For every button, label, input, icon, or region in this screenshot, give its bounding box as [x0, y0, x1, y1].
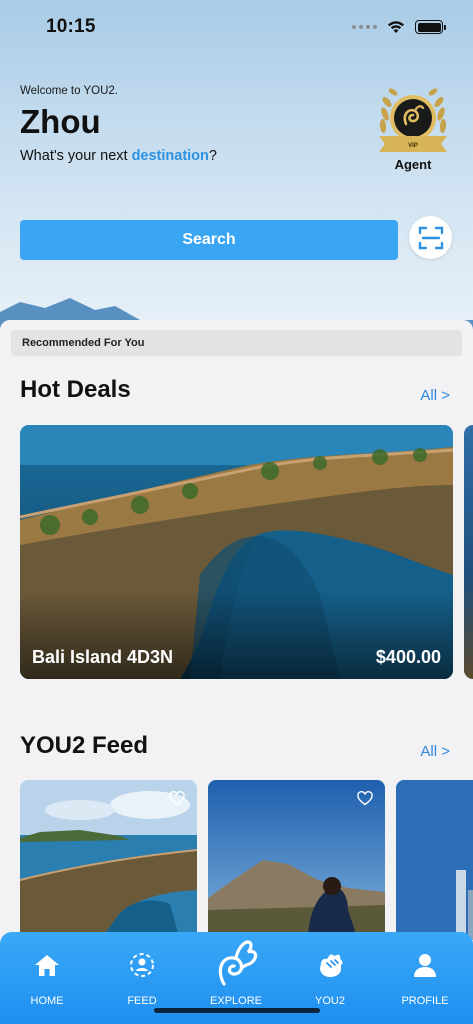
hot-deals-all-link[interactable]: All >	[420, 387, 450, 404]
deal-price: $400.00	[375, 647, 441, 667]
feed-card[interactable]	[20, 780, 197, 940]
heart-icon[interactable]	[357, 791, 373, 806]
status-time: 10:15	[46, 16, 96, 37]
search-button[interactable]: Search	[20, 220, 398, 260]
recommended-bar: Recommended For You	[11, 330, 462, 356]
user-name: Zhou	[20, 103, 101, 140]
deal-card[interactable]: Bali Island 4D3N $400.00	[20, 425, 453, 679]
deal-name: Bali Island 4D3N	[32, 647, 174, 667]
hero-header: 10:15 Welcome to YOU2. Zhou What's your …	[0, 0, 473, 340]
tagline-suffix: ?	[208, 148, 217, 164]
feed-icon	[130, 953, 154, 977]
tab-profile[interactable]: PROFILE	[385, 932, 465, 1012]
feed-card-peek[interactable]	[396, 780, 473, 940]
tagline-prefix: What's your next	[20, 148, 132, 164]
signal-icon	[352, 25, 377, 29]
status-bar: 10:15	[0, 0, 473, 54]
badge-label: Agent	[394, 157, 432, 172]
welcome-text: Welcome to YOU2.	[20, 85, 119, 97]
home-icon	[35, 955, 59, 976]
battery-icon	[415, 20, 446, 34]
hot-deals-title: Hot Deals	[20, 376, 131, 403]
deal-card-peek[interactable]	[464, 425, 473, 679]
content-sheet: Recommended For You Hot Deals All > Bali…	[0, 320, 473, 1024]
agent-badge[interactable]: VIP Agent	[375, 84, 451, 176]
feed-all-link[interactable]: All >	[420, 743, 450, 760]
tab-feed[interactable]: FEED	[102, 932, 182, 1012]
profile-icon	[414, 954, 436, 977]
explore-logo-icon	[218, 940, 258, 986]
tab-explore[interactable]: EXPLORE	[196, 932, 276, 1012]
heart-icon[interactable]	[169, 791, 185, 806]
tab-home[interactable]: HOME	[7, 932, 87, 1012]
feed-title: YOU2 Feed	[20, 732, 149, 759]
laurel-badge-icon: VIP	[379, 88, 447, 152]
hand-icon	[320, 954, 343, 977]
tab-you2-label: YOU2	[315, 995, 345, 1007]
tagline: What's your next destination?	[20, 148, 217, 164]
tab-feed-label: FEED	[127, 995, 157, 1007]
scan-icon	[418, 226, 443, 249]
feed-image	[396, 780, 473, 940]
home-indicator	[154, 1008, 320, 1013]
badge-tier: VIP	[408, 143, 418, 149]
tab-profile-label: PROFILE	[401, 995, 449, 1007]
feed-card[interactable]	[208, 780, 385, 940]
tab-you2[interactable]: YOU2	[290, 932, 370, 1012]
deal-image	[20, 425, 453, 679]
tagline-accent: destination	[131, 148, 209, 164]
wifi-icon	[388, 21, 404, 33]
scan-button[interactable]	[409, 216, 452, 259]
tab-home-label: HOME	[30, 995, 64, 1007]
tab-explore-label: EXPLORE	[210, 995, 262, 1007]
status-icons	[352, 20, 446, 34]
